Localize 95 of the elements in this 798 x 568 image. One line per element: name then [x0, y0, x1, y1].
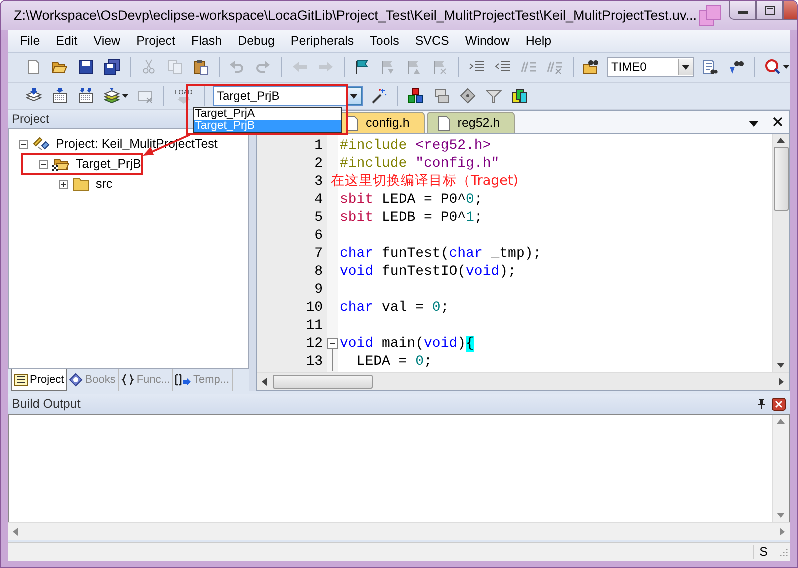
tree-item[interactable]: src [94, 177, 113, 192]
code-line: char val = 0; [339, 300, 450, 316]
menu-item[interactable]: Peripherals [282, 34, 362, 48]
menu-item[interactable]: Tools [362, 34, 408, 48]
project-icon [32, 136, 50, 152]
windows-overlap-icon [699, 4, 724, 26]
target-combo-field[interactable]: Target_PrjB [213, 86, 363, 106]
code-line: sbit LEDA = P0^0; [339, 192, 483, 208]
folder-icon[interactable] [52, 59, 68, 76]
floppy-disks-icon[interactable] [104, 59, 120, 76]
stack-arrow-icon[interactable] [26, 88, 42, 104]
panel-header: Build Output [12, 397, 82, 412]
grid-arrow-icon[interactable] [52, 88, 68, 104]
diamond-icon[interactable] [460, 88, 476, 104]
file-tab[interactable]: reg52.h [426, 112, 516, 134]
binoculars-arrow-icon[interactable] [728, 59, 744, 76]
scroll-thumb[interactable] [273, 374, 373, 389]
list-icon [14, 374, 28, 386]
tree-item[interactable]: Target_PrjB [74, 157, 142, 172]
menu-item[interactable]: Project [128, 34, 184, 48]
document-binoculars-icon[interactable] [702, 59, 718, 76]
menu-item[interactable]: View [86, 34, 129, 48]
code-line: LEDA = 0; [356, 354, 432, 370]
book-icon [69, 373, 84, 388]
status-text: S [752, 545, 774, 560]
expand-icon[interactable] [59, 180, 68, 189]
braces-icon [120, 374, 135, 386]
document-icon [438, 116, 450, 131]
layers-icon[interactable] [104, 88, 120, 104]
menu-item[interactable]: Window [457, 34, 518, 48]
folder-binoculars-icon[interactable] [583, 59, 600, 76]
flag-icon[interactable] [354, 59, 370, 76]
color-squares-icon[interactable] [512, 88, 528, 104]
code-line: void main(void){ [339, 336, 474, 352]
line-number: 7 [314, 246, 324, 262]
caret-icon[interactable] [782, 65, 790, 70]
vertical-scrollbar[interactable] [772, 134, 789, 372]
funnel-icon[interactable] [486, 88, 502, 104]
magic-wand-icon[interactable] [371, 88, 387, 104]
close-icon[interactable] [772, 398, 786, 411]
resize-grip-icon[interactable] [778, 547, 788, 558]
annotation-text: 在这里切换编译目标（Traget) [331, 172, 519, 190]
maximize-button[interactable] [756, 1, 784, 20]
line-number: 12 [305, 336, 324, 352]
close-icon[interactable] [773, 117, 783, 128]
line-number: 6 [314, 228, 324, 244]
template-icon [175, 374, 192, 386]
menu-item[interactable]: SVCS [407, 34, 458, 48]
line-number: 8 [314, 264, 324, 280]
right-arrow-icon[interactable] [779, 378, 784, 386]
maximize-icon [764, 6, 775, 14]
caret-icon[interactable] [122, 94, 129, 98]
left-arrow-icon[interactable] [262, 378, 267, 386]
magnifier-icon[interactable] [764, 59, 781, 76]
code-line: #include "config.h" [339, 156, 500, 172]
collapse-icon[interactable] [39, 160, 48, 169]
folder-icon [72, 176, 90, 192]
code-line: void funTestIO(void); [339, 264, 516, 280]
up-arrow-icon[interactable] [777, 138, 785, 144]
menu-item[interactable]: Edit [48, 34, 86, 48]
line-number: 13 [305, 354, 324, 370]
collapse-icon[interactable] [327, 335, 338, 354]
minimize-button[interactable] [729, 1, 756, 20]
code-line: char funTest(char _tmp); [339, 246, 542, 262]
pin-icon[interactable] [757, 399, 766, 410]
line-number: 11 [305, 318, 324, 334]
clipboard-icon[interactable] [192, 59, 209, 76]
down-arrow-icon[interactable] [777, 363, 785, 368]
line-number: 5 [314, 210, 324, 226]
document-icon[interactable] [26, 59, 42, 76]
window-title: Z:\Workspace\OsDevp\eclipse-workspace\LocaGitLib\Project_Test\Keil_MulitProjectTest\Keil_MulitProjectTest.uv... [14, 8, 698, 23]
line-number: 3 [314, 174, 324, 190]
grid-arrows-icon[interactable] [78, 88, 94, 104]
line-number: 2 [314, 156, 324, 172]
dropdown-arrow-icon[interactable] [749, 121, 759, 128]
code-line: sbit LEDB = P0^1; [339, 210, 483, 226]
line-number: 4 [314, 192, 324, 208]
scroll-thumb[interactable] [774, 147, 788, 212]
collapse-icon[interactable] [19, 140, 28, 149]
horizontal-scrollbar[interactable] [257, 372, 789, 390]
find-combo-field[interactable]: TIME0 [607, 57, 694, 78]
menu-item[interactable]: Debug [230, 34, 283, 48]
caret-icon[interactable] [350, 94, 358, 98]
line-number: 1 [314, 138, 324, 154]
menu-item[interactable]: Help [518, 34, 560, 48]
line-number: 10 [305, 300, 324, 316]
windows-icon[interactable] [434, 88, 450, 104]
blocks-icon[interactable] [408, 88, 424, 104]
caret-icon[interactable] [682, 64, 690, 70]
code-line: #include <reg52.h> [339, 138, 492, 154]
menu-item[interactable]: File [12, 34, 48, 48]
panel-tab[interactable]: Project [11, 369, 68, 392]
folder-icon [52, 156, 70, 172]
menu-item[interactable]: Flash [183, 34, 230, 48]
line-number: 9 [314, 282, 324, 298]
